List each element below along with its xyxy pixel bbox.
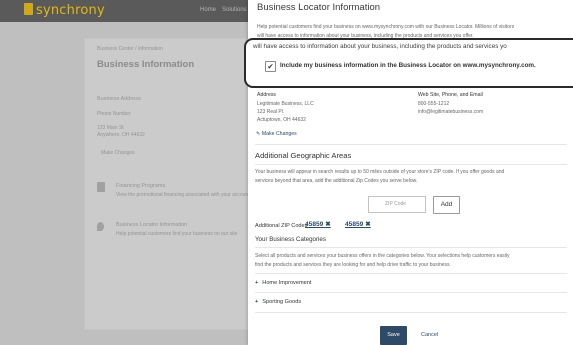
cancel-button[interactable]: Cancel: [421, 332, 438, 338]
categories-text: Select all products and services your bu…: [255, 252, 567, 270]
address-line: 123 Real Pl.: [257, 109, 285, 115]
address-label: Address: [257, 92, 277, 98]
make-changes-link[interactable]: ✎ Make Changes: [256, 131, 297, 137]
intro-line: Help potential customers find your busin…: [257, 24, 515, 30]
divider: [255, 273, 567, 274]
include-locator-label[interactable]: Include my business information in the B…: [280, 62, 536, 69]
include-locator-checkbox[interactable]: ✔: [265, 61, 276, 72]
divider: [255, 164, 567, 165]
zip-code-input[interactable]: ZIP Code: [368, 196, 426, 213]
geo-text-line: services beyond that area, add the addit…: [255, 178, 418, 184]
category-home-improvement[interactable]: + Home Improvement: [255, 280, 311, 286]
category-label: Home Improvement: [262, 280, 312, 286]
address-line: Legitimate Business, LLC: [257, 101, 314, 107]
modal-backdrop[interactable]: [0, 0, 248, 345]
make-changes-label: Make Changes: [261, 131, 297, 137]
contact-line: info@legitimatebusiness.com: [418, 109, 484, 115]
geo-heading: Additional Geographic Areas: [255, 151, 352, 160]
categories-text-line: find the products and services they are …: [255, 262, 451, 268]
remove-zip-icon[interactable]: ✖: [325, 221, 331, 228]
divider: [255, 292, 567, 293]
geo-text-line: Your business will appear in search resu…: [255, 169, 505, 175]
divider: [255, 247, 567, 248]
add-zip-button[interactable]: Add: [433, 196, 460, 214]
zip-chip: 45859 ✖: [345, 220, 371, 228]
callout-text: will have access to information about yo…: [253, 43, 507, 50]
contact-label: Web Site, Phone, and Email: [418, 92, 483, 98]
zip-value: 45859: [305, 221, 324, 228]
plus-icon: +: [255, 299, 259, 305]
pencil-icon: ✎: [256, 131, 261, 137]
divider: [255, 312, 567, 313]
address-line: Actuptown, OH 44632: [257, 117, 306, 123]
contact-line: 800-555-1212: [418, 101, 450, 107]
plus-icon: +: [255, 280, 259, 286]
categories-heading: Your Business Categories: [255, 236, 326, 243]
geo-text: Your business will appear in search resu…: [255, 168, 567, 186]
checkmark-icon: ✔: [267, 62, 274, 71]
zip-chip: 45859 ✖: [305, 220, 331, 228]
category-sporting-goods[interactable]: + Sporting Goods: [255, 299, 301, 305]
category-label: Sporting Goods: [262, 299, 302, 305]
remove-zip-icon[interactable]: ✖: [365, 221, 371, 228]
panel-heading: Business Locator Information: [257, 2, 381, 13]
highlight-callout: will have access to information about yo…: [244, 38, 573, 88]
zip-value: 45859: [345, 221, 364, 228]
divider: [255, 144, 567, 145]
save-button[interactable]: Save: [380, 326, 407, 345]
categories-text-line: Select all products and services your bu…: [255, 253, 510, 259]
additional-zip-label: Additional ZIP Codes: [255, 223, 308, 229]
